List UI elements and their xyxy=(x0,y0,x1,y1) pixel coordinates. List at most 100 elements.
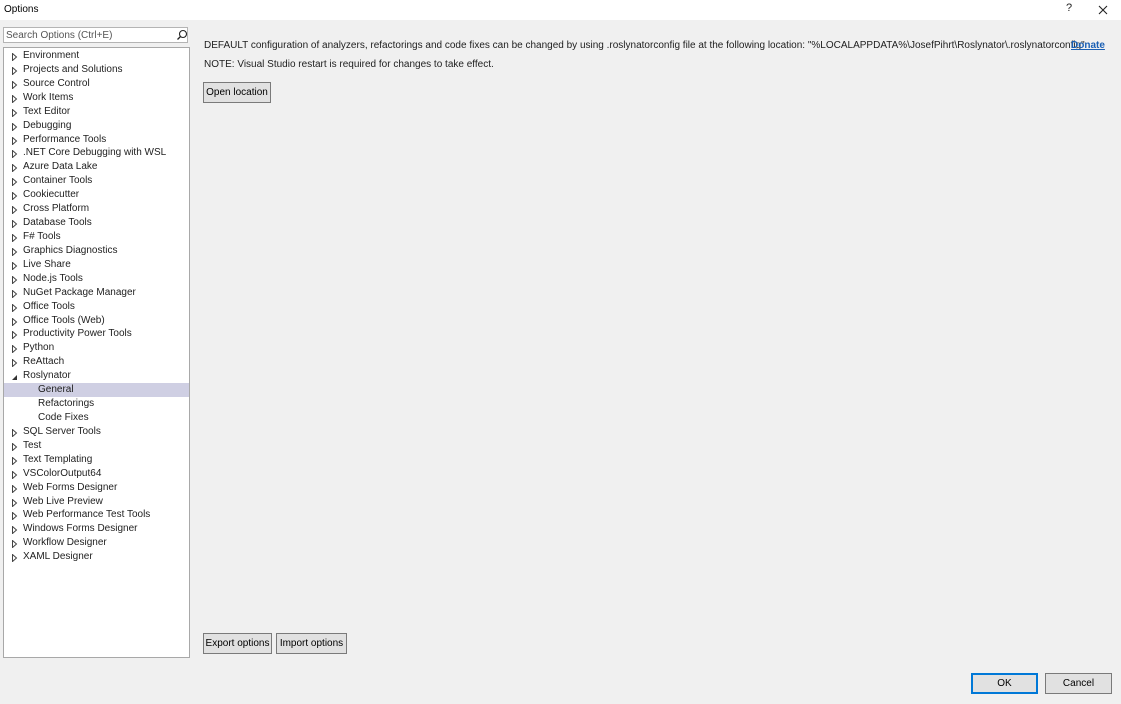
collapsed-arrow-icon[interactable] xyxy=(11,442,18,452)
collapsed-arrow-icon[interactable] xyxy=(11,149,18,160)
collapsed-arrow-icon[interactable] xyxy=(11,539,18,549)
close-icon[interactable] xyxy=(1095,2,1111,18)
tree-item-label: Work Items xyxy=(23,91,74,103)
expanded-arrow-icon[interactable] xyxy=(11,372,18,381)
tree-item[interactable]: Environment xyxy=(4,49,189,63)
tree-item[interactable]: Office Tools xyxy=(4,300,189,314)
import-options-button[interactable]: Import options xyxy=(276,633,347,654)
tree-item[interactable]: VSColorOutput64 xyxy=(4,467,189,481)
window-title: Options xyxy=(4,4,39,15)
collapsed-arrow-icon[interactable] xyxy=(11,233,18,243)
collapsed-arrow-icon[interactable] xyxy=(11,302,18,313)
tree-item[interactable]: Live Share xyxy=(4,258,189,272)
collapsed-arrow-icon[interactable] xyxy=(11,205,18,215)
open-location-button[interactable]: Open location xyxy=(203,82,271,103)
tree-item[interactable]: Source Control xyxy=(4,77,189,91)
collapsed-arrow-icon[interactable] xyxy=(11,80,18,90)
tree-item[interactable]: Performance Tools xyxy=(4,133,189,147)
export-options-button[interactable]: Export options xyxy=(203,633,272,654)
tree-item-label: Performance Tools xyxy=(23,133,107,145)
collapsed-arrow-icon[interactable] xyxy=(11,428,18,438)
tree-item[interactable]: Roslynator xyxy=(4,369,189,383)
tree-item-label: General xyxy=(38,384,74,396)
tree-item-label: Web Live Preview xyxy=(23,495,103,507)
tree-item[interactable]: XAML Designer xyxy=(4,550,189,564)
tree-item[interactable]: Debugging xyxy=(4,119,189,133)
collapsed-arrow-icon[interactable] xyxy=(11,177,18,187)
collapsed-arrow-icon[interactable] xyxy=(11,330,18,341)
collapsed-arrow-icon[interactable] xyxy=(11,289,18,299)
collapsed-arrow-icon[interactable] xyxy=(11,456,18,466)
cancel-button[interactable]: Cancel xyxy=(1045,673,1112,694)
tree-item-label: Web Forms Designer xyxy=(23,481,118,493)
tree-item[interactable]: Node.js Tools xyxy=(4,272,189,286)
tree-item[interactable]: Windows Forms Designer xyxy=(4,522,189,536)
tree-item[interactable]: Database Tools xyxy=(4,216,189,230)
tree-item[interactable]: Cookiecutter xyxy=(4,188,189,202)
tree-item[interactable]: Test xyxy=(4,439,189,453)
collapsed-arrow-icon[interactable] xyxy=(11,275,18,285)
tree-item[interactable]: Office Tools (Web) xyxy=(4,314,189,328)
tree-item[interactable]: Web Live Preview xyxy=(4,495,189,509)
tree-item-label: Office Tools xyxy=(23,300,75,312)
tree-item[interactable]: Python xyxy=(4,341,189,355)
collapsed-arrow-icon[interactable] xyxy=(11,219,18,229)
tree-item[interactable]: Azure Data Lake xyxy=(4,160,189,174)
tree-item[interactable]: Workflow Designer xyxy=(4,536,189,550)
collapsed-arrow-icon[interactable] xyxy=(11,483,18,494)
collapsed-arrow-icon[interactable] xyxy=(11,358,18,368)
search-input[interactable] xyxy=(6,28,171,42)
tree-item[interactable]: Refactorings xyxy=(4,397,189,411)
tree-item-label: Debugging xyxy=(23,119,72,131)
collapsed-arrow-icon[interactable] xyxy=(11,135,18,146)
collapsed-arrow-icon[interactable] xyxy=(11,94,18,104)
help-button[interactable]: ? xyxy=(1062,2,1076,18)
tree-item[interactable]: .NET Core Debugging with WSL xyxy=(4,146,189,160)
collapsed-arrow-icon[interactable] xyxy=(11,163,18,173)
collapsed-arrow-icon[interactable] xyxy=(11,191,18,201)
collapsed-arrow-icon[interactable] xyxy=(11,316,18,327)
tree-item[interactable]: NuGet Package Manager xyxy=(4,286,189,300)
tree-item[interactable]: Text Templating xyxy=(4,453,189,467)
ok-button[interactable]: OK xyxy=(971,673,1038,694)
collapsed-arrow-icon[interactable] xyxy=(11,525,18,535)
collapsed-arrow-icon[interactable] xyxy=(11,497,18,508)
search-icon[interactable] xyxy=(176,29,188,41)
tree-item[interactable]: ReAttach xyxy=(4,355,189,369)
collapsed-arrow-icon[interactable] xyxy=(11,511,18,522)
collapsed-arrow-icon[interactable] xyxy=(11,122,18,132)
tree-item[interactable]: Code Fixes xyxy=(4,411,189,425)
tree-item[interactable]: Container Tools xyxy=(4,174,189,188)
tree-item[interactable]: SQL Server Tools xyxy=(4,425,189,439)
tree-item-label: Workflow Designer xyxy=(23,537,107,549)
collapsed-arrow-icon[interactable] xyxy=(11,52,18,62)
tree-item[interactable]: Web Performance Test Tools xyxy=(4,508,189,522)
tree-item-label: Node.js Tools xyxy=(23,272,83,284)
tree-item[interactable]: F# Tools xyxy=(4,230,189,244)
collapsed-arrow-icon[interactable] xyxy=(11,553,18,563)
tree-item[interactable]: Web Forms Designer xyxy=(4,481,189,495)
tree-item-label: SQL Server Tools xyxy=(23,425,101,437)
collapsed-arrow-icon[interactable] xyxy=(11,261,18,271)
tree-item-label: Live Share xyxy=(23,258,71,270)
tree-item-label: XAML Designer xyxy=(23,551,93,563)
donate-link[interactable]: Donate xyxy=(1071,40,1105,51)
tree-item-label: Code Fixes xyxy=(38,411,89,423)
collapsed-arrow-icon[interactable] xyxy=(11,247,18,257)
collapsed-arrow-icon[interactable] xyxy=(11,108,18,118)
tree-item[interactable]: Graphics Diagnostics xyxy=(4,244,189,258)
tree-item[interactable]: Productivity Power Tools xyxy=(4,327,189,341)
collapsed-arrow-icon[interactable] xyxy=(11,66,18,76)
tree-item[interactable]: Work Items xyxy=(4,91,189,105)
search-box[interactable] xyxy=(3,27,188,43)
tree-item-label: Projects and Solutions xyxy=(23,63,123,75)
tree-item[interactable]: General xyxy=(4,383,189,398)
tree-item-label: Windows Forms Designer xyxy=(23,523,138,535)
tree-item-label: Container Tools xyxy=(23,175,93,187)
tree-item[interactable]: Text Editor xyxy=(4,105,189,119)
tree-item[interactable]: Cross Platform xyxy=(4,202,189,216)
collapsed-arrow-icon[interactable] xyxy=(11,470,18,480)
tree-item[interactable]: Projects and Solutions xyxy=(4,63,189,77)
collapsed-arrow-icon[interactable] xyxy=(11,344,18,354)
options-tree[interactable]: Environment Projects and Solutions Source … xyxy=(3,47,190,658)
